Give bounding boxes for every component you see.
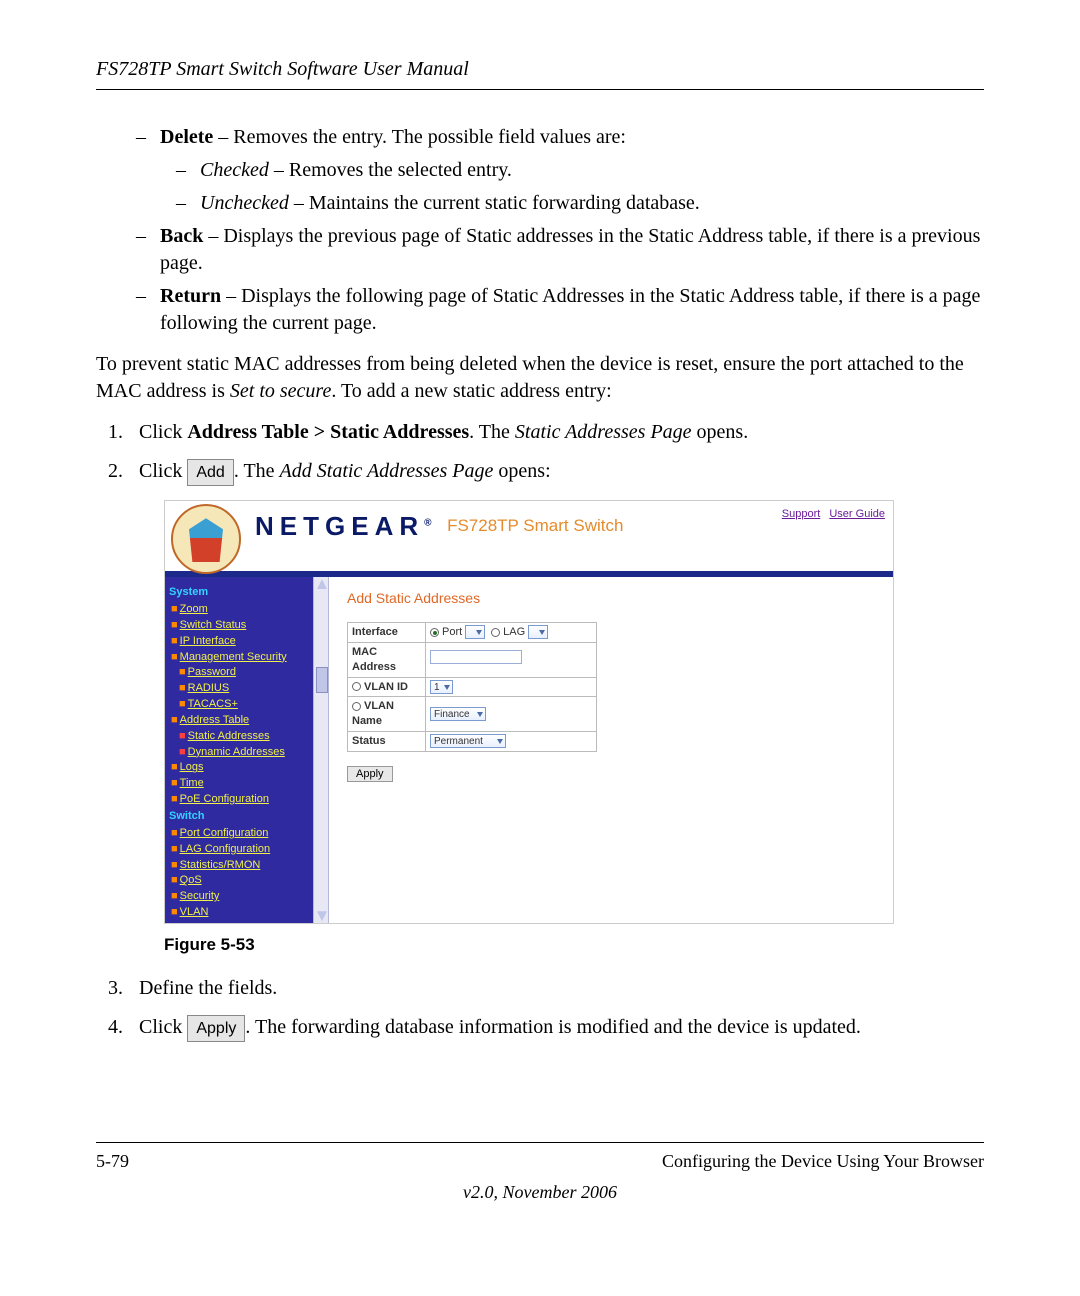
support-link[interactable]: Support bbox=[782, 508, 821, 520]
sidebar-section-switch: Switch bbox=[169, 809, 309, 824]
form-row-mac: MAC Address bbox=[348, 642, 597, 677]
sidebar: System ■Zoom ■Switch Status ■IP Interfac… bbox=[165, 577, 313, 923]
sidebar-item-port-config[interactable]: Port Configuration bbox=[180, 827, 269, 839]
page-header-title: FS728TP Smart Switch Software User Manua… bbox=[96, 58, 984, 81]
sidebar-scrollbar[interactable] bbox=[313, 577, 329, 923]
paragraph-secure-note: To prevent static MAC addresses from bei… bbox=[96, 351, 984, 405]
form-row-vlanid: VLAN ID 1 bbox=[348, 677, 597, 697]
form-row-interface: Interface Port LAG bbox=[348, 623, 597, 643]
sidebar-item-logs[interactable]: Logs bbox=[180, 761, 204, 773]
sidebar-item-stats[interactable]: Statistics/RMON bbox=[180, 859, 261, 871]
sidebar-item-dynamic-addresses[interactable]: Dynamic Addresses bbox=[188, 746, 285, 758]
footer-page-number: 5-79 bbox=[96, 1151, 129, 1172]
sidebar-item-time[interactable]: Time bbox=[180, 777, 204, 789]
add-button-inline: Add bbox=[187, 459, 233, 487]
header-rule bbox=[96, 89, 984, 90]
sidebar-item-vlan[interactable]: VLAN bbox=[180, 906, 209, 918]
interface-port-select[interactable] bbox=[465, 625, 485, 639]
sidebar-item-zoom[interactable]: Zoom bbox=[180, 603, 208, 615]
brand-text: NETGEAR® bbox=[255, 509, 432, 544]
bullet-back: – Back – Displays the previous page of S… bbox=[136, 223, 984, 277]
vlan-name-select[interactable]: Finance bbox=[430, 707, 486, 721]
sidebar-item-security[interactable]: Security bbox=[180, 890, 220, 902]
scroll-thumb[interactable] bbox=[316, 667, 328, 693]
apply-button-inline: Apply bbox=[187, 1015, 245, 1043]
bullet-checked: – Checked – Removes the selected entry. bbox=[176, 157, 984, 184]
vlan-id-radio[interactable] bbox=[352, 682, 361, 691]
sidebar-item-tacacs[interactable]: TACACS+ bbox=[188, 698, 238, 710]
sidebar-item-switch-status[interactable]: Switch Status bbox=[180, 619, 247, 631]
sidebar-item-radius[interactable]: RADIUS bbox=[188, 682, 230, 694]
bullet-delete: – Delete – Removes the entry. The possib… bbox=[136, 124, 984, 151]
sidebar-item-ip-interface[interactable]: IP Interface bbox=[180, 635, 236, 647]
user-guide-link[interactable]: User Guide bbox=[829, 508, 885, 520]
step-2: 2. Click Add. The Add Static Addresses P… bbox=[108, 458, 984, 486]
interface-port-radio[interactable] bbox=[430, 628, 439, 637]
netgear-logo-icon bbox=[171, 504, 241, 574]
vlan-id-select[interactable]: 1 bbox=[430, 680, 453, 694]
figure-caption: Figure 5-53 bbox=[164, 934, 984, 957]
device-name-text: FS728TP Smart Switch bbox=[447, 516, 623, 535]
sidebar-item-poe[interactable]: PoE Configuration bbox=[180, 793, 269, 805]
step-3: 3. Define the fields. bbox=[108, 975, 984, 1002]
sidebar-section-system: System bbox=[169, 585, 309, 600]
footer-section-title: Configuring the Device Using Your Browse… bbox=[662, 1151, 984, 1172]
page-title: Add Static Addresses bbox=[347, 589, 875, 608]
sidebar-item-qos[interactable]: QoS bbox=[180, 874, 202, 886]
sidebar-item-address-table[interactable]: Address Table bbox=[180, 714, 250, 726]
form-table: Interface Port LAG MAC Address bbox=[347, 622, 597, 752]
scroll-down-icon[interactable] bbox=[317, 911, 327, 921]
sidebar-item-static-addresses[interactable]: Static Addresses bbox=[188, 730, 270, 742]
bullet-unchecked: – Unchecked – Maintains the current stat… bbox=[176, 190, 984, 217]
form-row-vlanname: VLAN Name Finance bbox=[348, 697, 597, 732]
interface-lag-radio[interactable] bbox=[491, 628, 500, 637]
sidebar-item-mgmt-security[interactable]: Management Security bbox=[180, 651, 287, 663]
apply-button[interactable]: Apply bbox=[347, 766, 393, 782]
step-1: 1. Click Address Table > Static Addresse… bbox=[108, 419, 984, 446]
sidebar-item-password[interactable]: Password bbox=[188, 666, 236, 678]
scroll-up-icon[interactable] bbox=[317, 579, 327, 589]
embedded-screenshot: NETGEAR® FS728TP Smart Switch Support Us… bbox=[164, 500, 894, 924]
status-select[interactable]: Permanent bbox=[430, 734, 506, 748]
step-4: 4. Click Apply. The forwarding database … bbox=[108, 1014, 984, 1042]
footer-rule bbox=[96, 1142, 984, 1143]
footer-version: v2.0, November 2006 bbox=[96, 1182, 984, 1203]
bullet-return: – Return – Displays the following page o… bbox=[136, 283, 984, 337]
interface-lag-select[interactable] bbox=[528, 625, 548, 639]
mac-address-input[interactable] bbox=[430, 650, 522, 664]
sidebar-item-lag-config[interactable]: LAG Configuration bbox=[180, 843, 271, 855]
form-row-status: Status Permanent bbox=[348, 732, 597, 752]
vlan-name-radio[interactable] bbox=[352, 702, 361, 711]
